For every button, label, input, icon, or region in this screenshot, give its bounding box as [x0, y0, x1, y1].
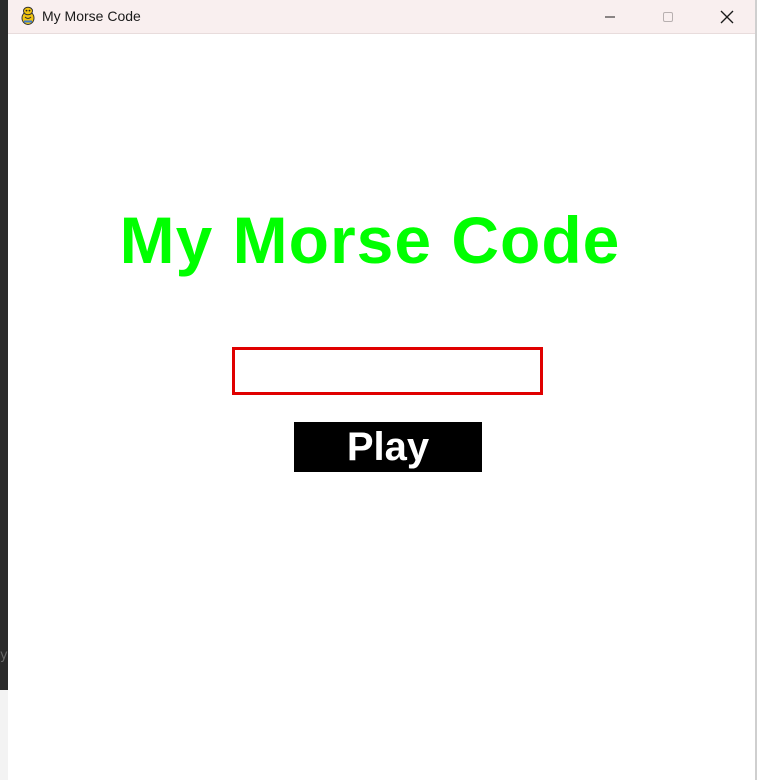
message-input[interactable] — [232, 347, 543, 395]
close-button[interactable] — [698, 0, 756, 34]
background-window-edge-light — [0, 690, 8, 780]
app-window: My Morse Code My Morse Code Play — [8, 0, 756, 780]
play-button[interactable]: Play — [294, 422, 482, 472]
game-canvas[interactable]: My Morse Code Play — [8, 35, 756, 780]
minimize-icon — [605, 16, 615, 18]
minimize-button[interactable] — [581, 0, 639, 34]
game-title: My Morse Code — [119, 203, 621, 277]
close-icon — [720, 10, 734, 24]
background-partial-text: y — [0, 648, 8, 663]
maximize-icon — [663, 12, 673, 22]
maximize-button[interactable] — [639, 0, 697, 34]
pygame-snake-icon — [21, 6, 35, 25]
title-bar[interactable]: My Morse Code — [8, 0, 756, 34]
window-title: My Morse Code — [42, 8, 141, 24]
background-window-edge — [0, 0, 8, 780]
